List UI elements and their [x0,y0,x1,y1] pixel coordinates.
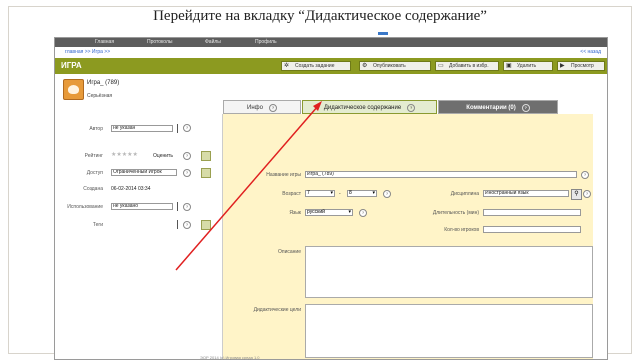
footer-text: ЭОР 2014 (c) Игровая среда 1.0 [200,355,260,360]
pointer-arrow [175,101,322,271]
